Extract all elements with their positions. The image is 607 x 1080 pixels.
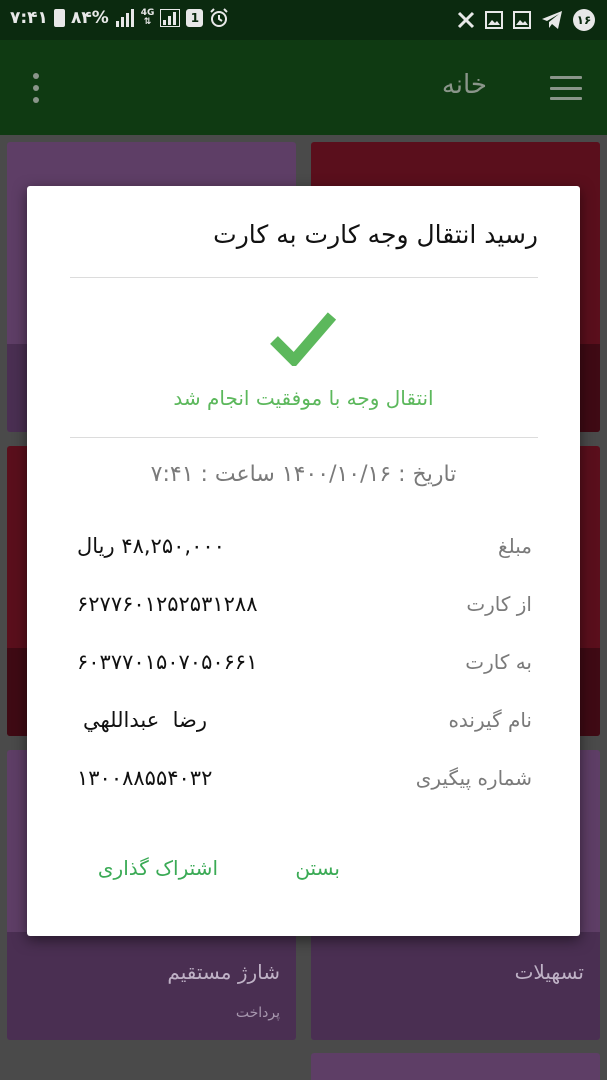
recipient-label: نام گیرنده: [448, 708, 532, 732]
tracking-value: ۱۳۰۰۸۸۵۵۴۰۳۲: [77, 766, 213, 790]
to-card-value: ۶۰۳۷۷۰۱۵۰۷۰۵۰۶۶۱: [77, 650, 258, 674]
hamburger-icon[interactable]: [550, 76, 582, 100]
battery-icon: [53, 9, 65, 27]
check-icon: [270, 312, 336, 366]
notification-count-icon: ۱۶: [573, 9, 595, 31]
receipt-row-to-card: به کارت ۶۰۳۷۷۰۱۵۰۷۰۵۰۶۶۱: [27, 650, 580, 686]
gallery-icon: [513, 11, 531, 29]
status-bar: ۷:۴۱ ۸۴% 4G ⇅ 1 ۱۶: [0, 0, 607, 40]
status-bar-left: ۷:۴۱ ۸۴% 4G ⇅ 1: [10, 8, 229, 28]
share-button[interactable]: اشتراک گذاری: [98, 856, 218, 880]
close-icon: [457, 11, 475, 29]
recipient-value: رضا عبداللهي: [83, 708, 207, 732]
telegram-icon: [542, 11, 562, 29]
gallery-icon: [485, 11, 503, 29]
page-title: خانه: [441, 70, 487, 100]
receipt-row-tracking: شماره پیگیری ۱۳۰۰۸۸۵۵۴۰۳۲: [27, 766, 580, 802]
transaction-datetime: تاریخ : ۱۴۰۰/۱۰/۱۶ ساعت : ۷:۴۱: [150, 462, 457, 487]
tile-direct-charge-label: شارژ مستقیم: [167, 960, 280, 984]
signal-icon: [160, 9, 181, 27]
tile-direct-charge-sub: پرداخت: [235, 1005, 280, 1021]
tile-facilities-label: تسهیلات: [514, 960, 584, 984]
status-bar-right: ۱۶: [457, 9, 595, 31]
amount-label: مبلغ: [497, 534, 532, 558]
clock: ۷:۴۱: [10, 8, 48, 28]
transfer-receipt-dialog: رسید انتقال وجه کارت به کارت انتقال وجه …: [27, 186, 580, 936]
signal-icon: [115, 9, 134, 27]
from-card-value: ۶۲۷۷۶۰۱۲۵۲۵۳۱۲۸۸: [77, 592, 258, 616]
divider: [70, 437, 538, 438]
sim-icon: 1: [186, 9, 204, 27]
success-message: انتقال وجه با موفقیت انجام شد: [173, 386, 434, 410]
app-bar: خانه: [0, 40, 607, 135]
to-card-label: به کارت: [465, 650, 532, 674]
close-button[interactable]: بستن: [295, 856, 340, 880]
from-card-label: از کارت: [466, 592, 532, 616]
tile-next[interactable]: [311, 1053, 600, 1080]
battery-percent: ۸۴%: [70, 8, 109, 28]
amount-value: ۴۸,۲۵۰,۰۰۰ ریال: [77, 534, 225, 558]
receipt-row-from-card: از کارت ۶۲۷۷۶۰۱۲۵۲۵۳۱۲۸۸: [27, 592, 580, 628]
divider: [70, 277, 538, 278]
receipt-row-recipient: نام گیرنده رضا عبداللهي: [27, 708, 580, 744]
dialog-title: رسید انتقال وجه کارت به کارت: [213, 220, 538, 249]
tracking-label: شماره پیگیری: [415, 766, 532, 790]
alarm-icon: [210, 8, 229, 27]
receipt-row-amount: مبلغ ۴۸,۲۵۰,۰۰۰ ریال: [27, 534, 580, 570]
network-4g-icon: 4G ⇅: [140, 8, 155, 27]
more-vert-icon[interactable]: [32, 73, 40, 103]
